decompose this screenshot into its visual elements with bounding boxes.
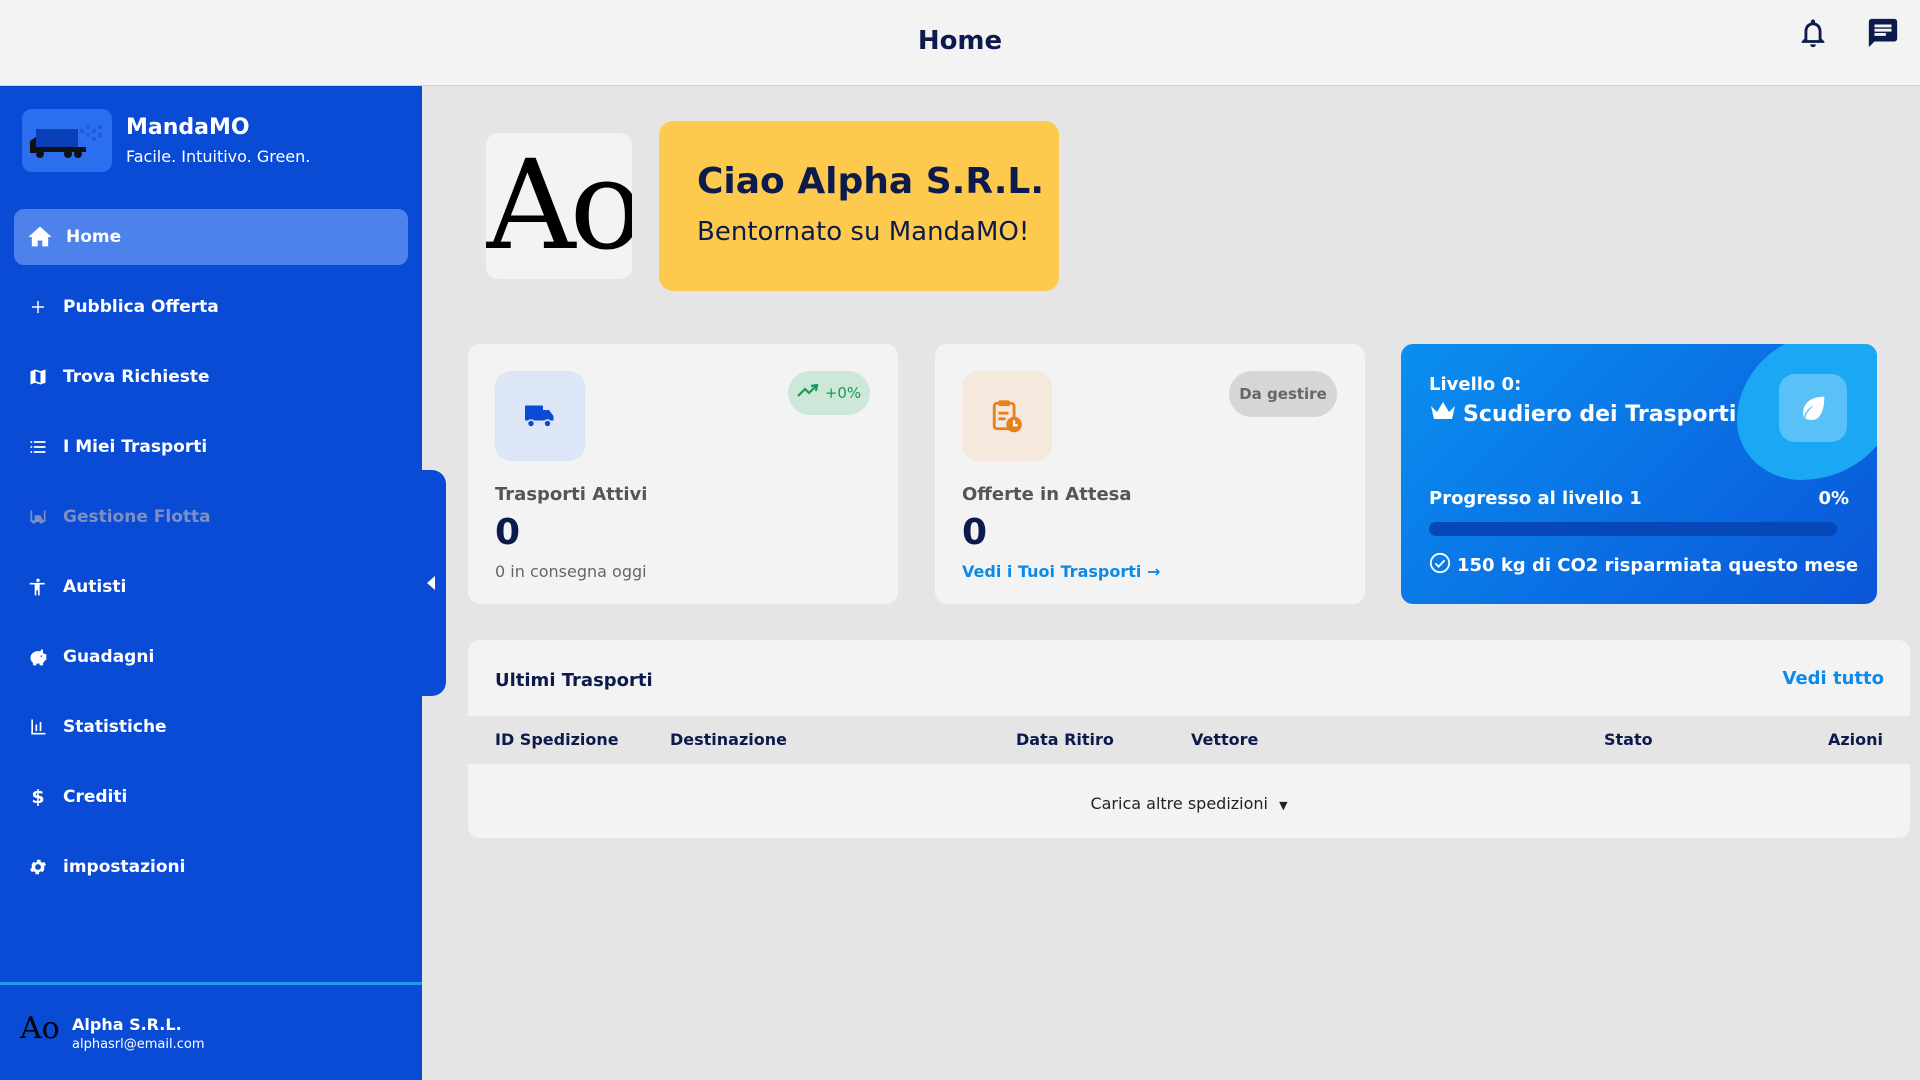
stat-value: 0 bbox=[962, 512, 988, 553]
greeting-card: Ciao Alpha S.R.L. Bentornato su MandaMO! bbox=[659, 121, 1059, 291]
sidebar-item-label: Autisti bbox=[63, 577, 127, 597]
person-icon bbox=[28, 577, 48, 597]
sidebar-item-label: Crediti bbox=[63, 787, 128, 807]
sidebar-item-trova-richieste[interactable]: Trova Richieste bbox=[14, 349, 408, 405]
trend-badge: +0% bbox=[788, 371, 870, 415]
level-progress-bar bbox=[1429, 522, 1837, 536]
level-title: Scudiero dei Trasporti bbox=[1463, 401, 1737, 427]
check-circle-icon bbox=[1429, 552, 1451, 579]
sidebar-item-label: Pubblica Offerta bbox=[63, 297, 219, 317]
sidebar-item-home[interactable]: Home bbox=[14, 209, 408, 265]
sidebar-item-i-miei-trasporti[interactable]: I Miei Trasporti bbox=[14, 419, 408, 475]
view-transports-link[interactable]: Vedi i Tuoi Trasporti → bbox=[962, 562, 1160, 581]
column-header[interactable]: Destinazione bbox=[670, 730, 787, 749]
stat-value: 0 bbox=[495, 512, 521, 553]
trend-value: +0% bbox=[824, 384, 862, 402]
sidebar-item-guadagni[interactable]: Guadagni bbox=[14, 629, 408, 685]
brand-tagline: Facile. Intuitivo. Green. bbox=[126, 147, 311, 166]
company-avatar: Ao bbox=[486, 133, 632, 279]
greeting-title: Ciao Alpha S.R.L. bbox=[697, 161, 1045, 202]
chat-icon[interactable] bbox=[1866, 16, 1900, 50]
leaf-icon bbox=[1779, 374, 1847, 442]
progress-percent: 0% bbox=[1818, 488, 1849, 509]
avatar: Ao bbox=[20, 1011, 60, 1046]
forklift-icon bbox=[28, 507, 48, 527]
level-label: Livello 0: bbox=[1429, 374, 1522, 395]
piggy-bank-icon bbox=[28, 647, 48, 667]
chevron-left-icon bbox=[427, 576, 435, 590]
stat-label: Offerte in Attesa bbox=[962, 484, 1132, 505]
user-email: alphasrl@email.com bbox=[72, 1037, 205, 1052]
sidebar-item-statistiche[interactable]: Statistiche bbox=[14, 699, 408, 755]
sidebar-item-label: Guadagni bbox=[63, 647, 155, 667]
map-icon bbox=[28, 367, 48, 387]
stat-subtext: 0 in consegna oggi bbox=[495, 562, 647, 581]
co2-saved-text: 150 kg di CO2 risparmiata questo mese bbox=[1457, 555, 1859, 576]
sidebar-item-gestione-flotta[interactable]: Gestione Flotta bbox=[14, 489, 408, 545]
status-badge: Da gestire bbox=[1229, 371, 1337, 417]
caret-down-icon: ▼ bbox=[1279, 799, 1288, 812]
bar-chart-icon bbox=[28, 717, 48, 737]
pending-offers-card: Da gestire Offerte in Attesa 0 Vedi i Tu… bbox=[935, 344, 1365, 604]
column-header[interactable]: Vettore bbox=[1191, 730, 1258, 749]
table-title: Ultimi Trasporti bbox=[495, 670, 653, 691]
greeting-subtitle: Bentornato su MandaMO! bbox=[697, 217, 1030, 247]
brand-name: MandaMO bbox=[126, 115, 250, 140]
sidebar-item-label: impostazioni bbox=[63, 857, 186, 877]
list-icon bbox=[28, 437, 48, 457]
sidebar-item-autisti[interactable]: Autisti bbox=[14, 559, 408, 615]
level-card: Livello 0: Scudiero dei Trasporti Progre… bbox=[1401, 344, 1877, 604]
column-header[interactable]: Data Ritiro bbox=[1016, 730, 1114, 749]
level-title-row: Scudiero dei Trasporti bbox=[1429, 400, 1736, 428]
sidebar-collapse-button[interactable] bbox=[408, 470, 446, 696]
sidebar-item-label: Statistiche bbox=[63, 717, 167, 737]
sidebar-item-label: Home bbox=[66, 227, 122, 247]
gear-icon bbox=[28, 857, 48, 877]
column-header[interactable]: ID Spedizione bbox=[495, 730, 619, 749]
dollar-icon: $ bbox=[31, 786, 45, 808]
user-name: Alpha S.R.L. bbox=[72, 1015, 182, 1034]
sidebar: MandaMO Facile. Intuitivo. Green. Home P… bbox=[0, 86, 422, 1080]
stat-label: Trasporti Attivi bbox=[495, 484, 648, 505]
recent-transports-table: Ultimi Trasporti Vedi tutto ID Spedizion… bbox=[468, 640, 1910, 838]
plus-icon bbox=[28, 297, 48, 317]
link-label: Vedi i Tuoi Trasporti bbox=[962, 562, 1142, 581]
home-icon bbox=[26, 223, 54, 251]
sidebar-item-pubblica-offerta[interactable]: Pubblica Offerta bbox=[14, 279, 408, 335]
column-header[interactable]: Stato bbox=[1604, 730, 1653, 749]
trending-up-icon bbox=[797, 383, 819, 402]
table-header: ID Spedizione Destinazione Data Ritiro V… bbox=[468, 716, 1910, 764]
sidebar-item-label: I Miei Trasporti bbox=[63, 437, 208, 457]
progress-label: Progresso al livello 1 bbox=[1429, 488, 1642, 509]
sidebar-item-impostazioni[interactable]: impostazioni bbox=[14, 839, 408, 895]
column-header[interactable]: Azioni bbox=[1828, 730, 1883, 749]
load-more-label: Carica altre spedizioni bbox=[1090, 794, 1268, 813]
active-transports-card: +0% Trasporti Attivi 0 0 in consegna ogg… bbox=[468, 344, 898, 604]
truck-logo-icon bbox=[22, 109, 112, 172]
sidebar-item-crediti[interactable]: $ Crediti bbox=[14, 769, 408, 825]
load-more-button[interactable]: Carica altre spedizioni ▼ bbox=[468, 794, 1910, 813]
user-profile[interactable]: Ao Alpha S.R.L. alphasrl@email.com bbox=[0, 985, 422, 1080]
sidebar-item-label: Gestione Flotta bbox=[63, 507, 211, 527]
top-bar: Home bbox=[0, 0, 1920, 86]
arrow-right-icon: → bbox=[1146, 562, 1161, 581]
page-title: Home bbox=[917, 26, 1003, 56]
crown-icon bbox=[1429, 400, 1457, 428]
see-all-link[interactable]: Vedi tutto bbox=[1783, 668, 1884, 689]
truck-icon bbox=[495, 371, 585, 461]
co2-row: 150 kg di CO2 risparmiata questo mese bbox=[1429, 552, 1858, 579]
bell-icon[interactable] bbox=[1796, 16, 1830, 50]
clipboard-clock-icon bbox=[962, 371, 1052, 461]
sidebar-item-label: Trova Richieste bbox=[63, 367, 210, 387]
